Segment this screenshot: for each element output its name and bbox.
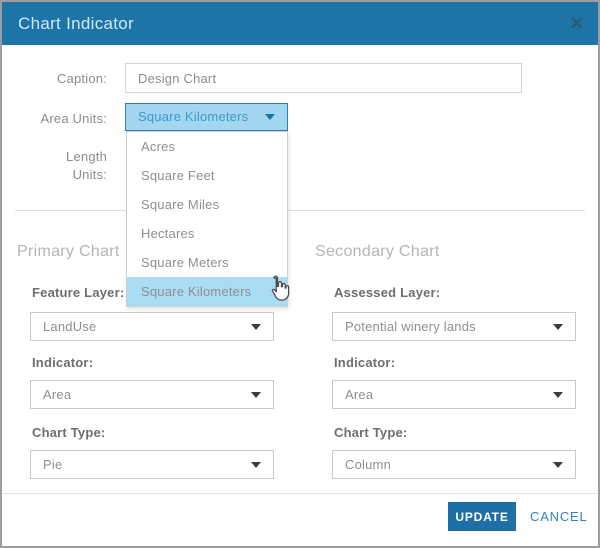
- dialog-title: Chart Indicator: [18, 2, 134, 45]
- option-acres[interactable]: Acres: [127, 132, 287, 161]
- close-icon[interactable]: ✕: [570, 2, 584, 45]
- chevron-down-icon: [251, 324, 261, 330]
- secondary-chart-type-label: Chart Type:: [334, 425, 578, 440]
- length-units-label-line2: Units:: [22, 167, 107, 182]
- chevron-down-icon: [251, 392, 261, 398]
- secondary-indicator-select[interactable]: Area: [332, 380, 576, 409]
- primary-indicator-value: Area: [43, 381, 71, 408]
- assessed-layer-value: Potential winery lands: [345, 313, 476, 340]
- caption-input[interactable]: [125, 63, 522, 93]
- option-hectares[interactable]: Hectares: [127, 219, 287, 248]
- option-square-miles[interactable]: Square Miles: [127, 190, 287, 219]
- secondary-chart-heading: Secondary Chart: [315, 243, 440, 261]
- area-units-options-list: Acres Square Feet Square Miles Hectares …: [126, 131, 288, 307]
- assessed-layer-label: Assessed Layer:: [334, 285, 578, 300]
- feature-layer-value: LandUse: [43, 313, 96, 340]
- primary-chart-type-value: Pie: [43, 451, 62, 478]
- area-units-dropdown[interactable]: Square Kilometers: [125, 103, 288, 131]
- primary-indicator-select[interactable]: Area: [30, 380, 274, 409]
- chart-indicator-dialog: Chart Indicator ✕ Caption: Area Units: S…: [0, 0, 600, 548]
- chevron-down-icon: [553, 462, 563, 468]
- chevron-down-icon: [553, 392, 563, 398]
- secondary-chart-type-select[interactable]: Column: [332, 450, 576, 479]
- caption-label: Caption:: [22, 71, 107, 86]
- secondary-indicator-label: Indicator:: [334, 355, 578, 370]
- dialog-header: Chart Indicator ✕: [2, 2, 598, 45]
- length-units-label-line1: Length: [22, 149, 107, 164]
- assessed-layer-select[interactable]: Potential winery lands: [332, 312, 576, 341]
- area-units-label: Area Units:: [22, 111, 107, 126]
- feature-layer-select[interactable]: LandUse: [30, 312, 274, 341]
- section-divider: [15, 210, 585, 211]
- option-square-kilometers[interactable]: Square Kilometers: [127, 277, 287, 306]
- cancel-link[interactable]: CANCEL: [530, 509, 588, 524]
- primary-chart-heading: Primary Chart: [17, 243, 120, 261]
- chevron-down-icon: [251, 462, 261, 468]
- secondary-chart-type-value: Column: [345, 451, 391, 478]
- chevron-down-icon: [553, 324, 563, 330]
- option-square-feet[interactable]: Square Feet: [127, 161, 287, 190]
- footer-divider: [2, 493, 598, 494]
- chevron-down-icon: [265, 114, 275, 120]
- secondary-indicator-value: Area: [345, 381, 373, 408]
- primary-chart-type-select[interactable]: Pie: [30, 450, 274, 479]
- update-button[interactable]: UPDATE: [448, 502, 516, 531]
- area-units-value: Square Kilometers: [138, 104, 248, 130]
- primary-chart-type-label: Chart Type:: [32, 425, 276, 440]
- primary-indicator-label: Indicator:: [32, 355, 276, 370]
- option-square-meters[interactable]: Square Meters: [127, 248, 287, 277]
